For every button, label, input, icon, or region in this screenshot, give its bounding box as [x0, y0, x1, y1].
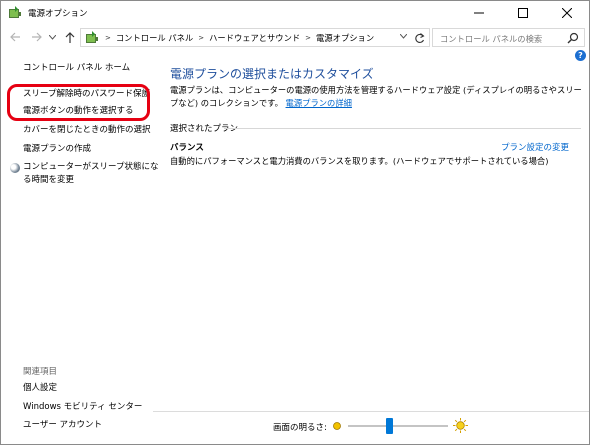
bright-sun-icon [453, 418, 468, 433]
title-bar: 電源オプション [1, 1, 589, 25]
related-items-heading: 関連項目 [23, 367, 58, 377]
refresh-icon [414, 32, 424, 43]
dim-sun-icon [333, 422, 341, 430]
search-icon[interactable] [567, 32, 579, 44]
moon-icon [10, 163, 20, 173]
breadcrumb-separator: > [305, 33, 312, 42]
minimize-icon [474, 12, 484, 14]
forward-button[interactable] [28, 29, 44, 45]
breadcrumb-separator: > [198, 33, 205, 42]
control-panel-icon [86, 30, 98, 43]
highlight-annotation [7, 84, 150, 121]
brightness-slider-track[interactable] [348, 425, 448, 427]
breadcrumb-hardware-sound[interactable]: ハードウェアとサウンド [209, 32, 300, 44]
breadcrumb-control-panel[interactable]: コントロール パネル [116, 32, 193, 44]
description-text: 電源プランは、コンピューターの電源の使用方法を管理するハードウェア設定 (ディス… [170, 85, 582, 108]
recent-locations-button[interactable] [47, 29, 57, 45]
breadcrumb-separator: > [105, 33, 111, 42]
sidebar-link-sleep-time[interactable]: コンピューターがスリープ状態にな る時間を変更 [10, 161, 159, 187]
related-link-personalization[interactable]: 個人設定 [23, 382, 57, 395]
arrow-right-icon [31, 32, 42, 42]
related-link-user-accounts[interactable]: ユーザー アカウント [23, 419, 102, 432]
section-divider [224, 128, 581, 129]
sidebar-link-lid-close[interactable]: カバーを閉じたときの動作の選択 [23, 124, 151, 137]
refresh-button[interactable] [411, 30, 427, 46]
search-box[interactable]: コントロール パネルの検索 [432, 28, 585, 47]
power-options-window: 電源オプション > コントロール パネル > ハードウェアとサウンド > 電源オ… [0, 0, 590, 445]
chevron-down-icon [48, 34, 56, 40]
power-plan-details-link[interactable]: 電源プランの詳細 [286, 98, 352, 108]
brightness-label: 画面の明るさ: [273, 423, 327, 433]
change-plan-settings-link[interactable]: プラン設定の変更 [501, 141, 569, 153]
maximize-icon [518, 8, 528, 18]
maximize-button[interactable] [501, 1, 545, 25]
arrow-left-icon [9, 32, 20, 42]
plan-description: 自動的にパフォーマンスと電力消費のバランスを取ります。(ハードウェアでサポートさ… [170, 156, 549, 166]
page-description: 電源プランは、コンピューターの電源の使用方法を管理するハードウェア設定 (ディス… [170, 84, 582, 110]
related-link-mobility-center[interactable]: Windows モビリティ センター [23, 401, 142, 414]
address-dropdown-icon[interactable] [400, 34, 407, 39]
sidebar-link-create-plan[interactable]: 電源プランの作成 [23, 143, 91, 156]
up-button[interactable] [62, 29, 78, 45]
arrow-up-icon [65, 31, 75, 43]
sidebar-link-sleep-line2: る時間を変更 [23, 175, 75, 185]
power-options-icon [9, 6, 21, 18]
help-icon[interactable]: ? [575, 50, 586, 61]
brightness-slider-thumb[interactable] [385, 418, 393, 434]
sidebar-link-sleep-line1: コンピューターがスリープ状態にな [23, 162, 159, 172]
page-title: 電源プランの選択またはカスタマイズ [170, 67, 374, 81]
close-button[interactable] [545, 1, 589, 25]
close-icon [562, 8, 572, 18]
address-bar[interactable]: > コントロール パネル > ハードウェアとサウンド > 電源オプション [80, 28, 430, 47]
bottom-divider [153, 411, 589, 412]
sidebar-control-panel-home[interactable]: コントロール パネル ホーム [23, 61, 130, 73]
back-button[interactable] [7, 29, 23, 45]
search-placeholder: コントロール パネルの検索 [440, 34, 543, 44]
plan-name: バランス [170, 143, 204, 153]
window-title: 電源オプション [28, 9, 88, 19]
minimize-button[interactable] [457, 1, 501, 25]
navigation-bar: > コントロール パネル > ハードウェアとサウンド > 電源オプション コント… [1, 25, 589, 49]
breadcrumb-power-options[interactable]: 電源オプション [316, 32, 374, 44]
